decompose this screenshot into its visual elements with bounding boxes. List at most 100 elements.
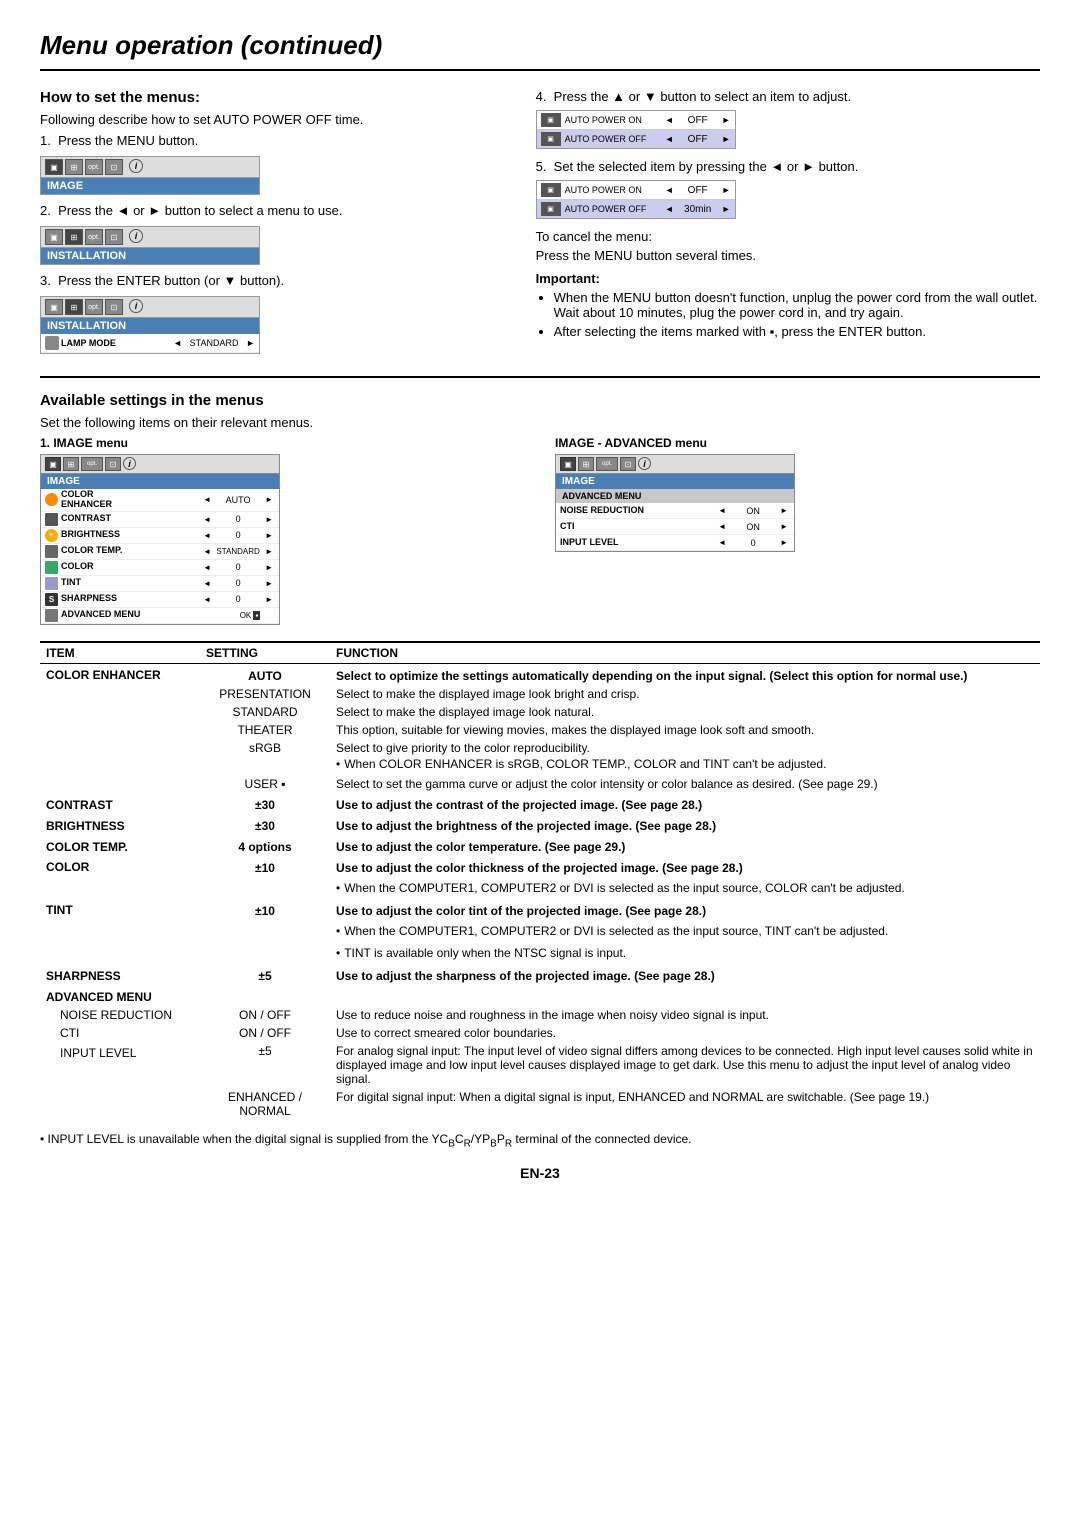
item-color: COLOR	[40, 856, 200, 899]
lamp-mode-row: LAMP MODE ◄ STANDARD ►	[41, 334, 259, 353]
adv-menu-bar: ADVANCED MENU	[556, 489, 794, 503]
fn-tint-note2: TINT is available only when the NTSC sig…	[330, 942, 1040, 964]
contrast-row: CONTRAST ◄ 0 ►	[41, 512, 279, 528]
color-enhancer-row: COLORENHANCER ◄ AUTO ►	[41, 489, 279, 512]
important-title: Important:	[536, 271, 1040, 286]
item-sharpness: SHARPNESS	[40, 964, 200, 985]
fn-tint: Use to adjust the color tint of the proj…	[330, 899, 1040, 920]
step6-label: Press the MENU button several times.	[536, 248, 1040, 263]
footer-note: • INPUT LEVEL is unavailable when the di…	[40, 1132, 1040, 1149]
fn-input-level-1: For analog signal input: The input level…	[330, 1042, 1040, 1088]
col-item: ITEM	[40, 642, 200, 664]
input-level-row: INPUT LEVEL ◄ 0 ►	[556, 535, 794, 551]
fn-tint-note1: When the COMPUTER1, COMPUTER2 or DVI is …	[330, 920, 1040, 942]
image-bar: IMAGE	[41, 474, 279, 489]
advanced-menu-box: ▣ ⊞ opt. ⊡ i IMAGE ADVANCED MENU NOISE R…	[555, 454, 795, 552]
important-bullet-2: After selecting the items marked with ▪,…	[554, 324, 1040, 339]
table-row: CTI ON / OFF Use to correct smeared colo…	[40, 1024, 1040, 1042]
item-contrast: CONTRAST	[40, 793, 200, 814]
setting-auto: AUTO	[200, 663, 330, 685]
advanced-menu-row: ADVANCED MENU OK ▪	[41, 608, 279, 624]
item-color-enhancer: COLOR ENHANCER	[40, 663, 200, 793]
section-divider	[40, 376, 1040, 378]
color-temp-row: COLOR TEMP. ◄ STANDARD ►	[41, 544, 279, 560]
table-row: INPUT LEVEL ±5 For analog signal input: …	[40, 1042, 1040, 1088]
color-row: COLOR ◄ 0 ►	[41, 560, 279, 576]
item-cti: CTI	[40, 1024, 200, 1042]
page-title: Menu operation (continued)	[40, 30, 1040, 71]
how-to-set-title: How to set the menus:	[40, 89, 506, 106]
menu-mockup-installation-2: ▣ ⊞ opt. ⊡ i INSTALLATION LAMP MODE ◄ ST…	[40, 296, 260, 354]
fn-color: Use to adjust the color thickness of the…	[330, 856, 1040, 877]
item-advanced-menu: ADVANCED MENU	[40, 985, 200, 1006]
step2-label: 2. Press the ◄ or ► button to select a m…	[40, 203, 506, 218]
item-color-temp: COLOR TEMP.	[40, 835, 200, 856]
step3-label: 3. Press the ENTER button (or ▼ button).	[40, 273, 506, 288]
table-row: TINT ±10 Use to adjust the color tint of…	[40, 899, 1040, 920]
ap-table-step4: ▣ AUTO POWER ON ◄ OFF ► ▣ AUTO POWER OFF…	[536, 110, 736, 149]
setting-input-level-2: ENHANCED /NORMAL	[200, 1088, 330, 1120]
step4-label: 4. Press the ▲ or ▼ button to select an …	[536, 89, 1040, 104]
setting-cti: ON / OFF	[200, 1024, 330, 1042]
cancel-label: To cancel the menu:	[536, 229, 1040, 244]
setting-tint-note2	[200, 942, 330, 964]
table-row: COLOR ENHANCER AUTO Select to optimize t…	[40, 663, 1040, 685]
setting-advanced	[200, 985, 330, 1006]
setting-standard: STANDARD	[200, 703, 330, 721]
menu-bar-image: IMAGE	[41, 178, 259, 194]
footer-text: INPUT LEVEL is unavailable when the digi…	[48, 1132, 692, 1146]
sharpness-row: S SHARPNESS ◄ 0 ►	[41, 592, 279, 608]
table-row: COLOR TEMP. 4 options Use to adjust the …	[40, 835, 1040, 856]
col-function: FUNCTION	[330, 642, 1040, 664]
cti-row: CTI ◄ ON ►	[556, 519, 794, 535]
item-noise-reduction: NOISE REDUCTION	[40, 1006, 200, 1024]
advanced-menu-title: IMAGE - ADVANCED menu	[555, 436, 1040, 450]
available-settings-title: Available settings in the menus	[40, 392, 1040, 409]
image-menu-box: ▣ ⊞ opt. ⊡ i IMAGE COLORENHANCER ◄ AUTO …	[40, 454, 280, 625]
fn-srgb: Select to give priority to the color rep…	[330, 739, 1040, 775]
setting-user: USER ▪	[200, 775, 330, 793]
setting-color-temp: 4 options	[200, 835, 330, 856]
setting-presentation: PRESENTATION	[200, 685, 330, 703]
ap-table-step5: ▣ AUTO POWER ON ◄ OFF ► ▣ AUTO POWER OFF…	[536, 180, 736, 219]
table-row: CONTRAST ±30 Use to adjust the contrast …	[40, 793, 1040, 814]
table-row: COLOR ±10 Use to adjust the color thickn…	[40, 856, 1040, 877]
srgb-bullet: When COLOR ENHANCER is sRGB, COLOR TEMP.…	[336, 757, 1034, 771]
item-brightness: BRIGHTNESS	[40, 814, 200, 835]
how-to-intro: Following describe how to set AUTO POWER…	[40, 112, 506, 127]
setting-tint: ±10	[200, 899, 330, 920]
item-input-level: INPUT LEVEL	[40, 1042, 200, 1120]
setting-noise: ON / OFF	[200, 1006, 330, 1024]
fn-color-temp: Use to adjust the color temperature. (Se…	[330, 835, 1040, 856]
tint-bullet-1: When the COMPUTER1, COMPUTER2 or DVI is …	[336, 924, 1034, 938]
color-bullet: When the COMPUTER1, COMPUTER2 or DVI is …	[336, 881, 1034, 895]
setting-theater: THEATER	[200, 721, 330, 739]
item-tint: TINT	[40, 899, 200, 964]
fn-auto: Select to optimize the settings automati…	[330, 663, 1040, 685]
setting-sharpness: ±5	[200, 964, 330, 985]
menu-mockup-image-1: ▣ ⊞ opt. ⊡ i IMAGE	[40, 156, 260, 195]
setting-tint-note1	[200, 920, 330, 942]
setting-color-note	[200, 877, 330, 899]
tint-bullet-2: TINT is available only when the NTSC sig…	[336, 946, 1034, 960]
image-menu-title: 1. IMAGE menu	[40, 436, 525, 450]
menu-mockup-installation-1: ▣ ⊞ opt. ⊡ i INSTALLATION	[40, 226, 260, 265]
function-table: ITEM SETTING FUNCTION COLOR ENHANCER AUT…	[40, 641, 1040, 1120]
image-menu-col: 1. IMAGE menu ▣ ⊞ opt. ⊡ i IMAGE COLOREN…	[40, 436, 525, 625]
setting-input-level-1: ±5	[200, 1042, 330, 1088]
fn-presentation: Select to make the displayed image look …	[330, 685, 1040, 703]
fn-contrast: Use to adjust the contrast of the projec…	[330, 793, 1040, 814]
fn-color-note: When the COMPUTER1, COMPUTER2 or DVI is …	[330, 877, 1040, 899]
fn-standard: Select to make the displayed image look …	[330, 703, 1040, 721]
col-setting: SETTING	[200, 642, 330, 664]
fn-advanced	[330, 985, 1040, 1006]
fn-noise: Use to reduce noise and roughness in the…	[330, 1006, 1040, 1024]
setting-brightness: ±30	[200, 814, 330, 835]
fn-user: Select to set the gamma curve or adjust …	[330, 775, 1040, 793]
ok-badge: ▪	[253, 611, 260, 620]
noise-reduction-row: NOISE REDUCTION ◄ ON ►	[556, 503, 794, 519]
step5-label: 5. Set the selected item by pressing the…	[536, 159, 1040, 174]
available-settings-subtitle: Set the following items on their relevan…	[40, 415, 1040, 430]
adv-image-bar: IMAGE	[556, 474, 794, 489]
fn-sharpness: Use to adjust the sharpness of the proje…	[330, 964, 1040, 985]
